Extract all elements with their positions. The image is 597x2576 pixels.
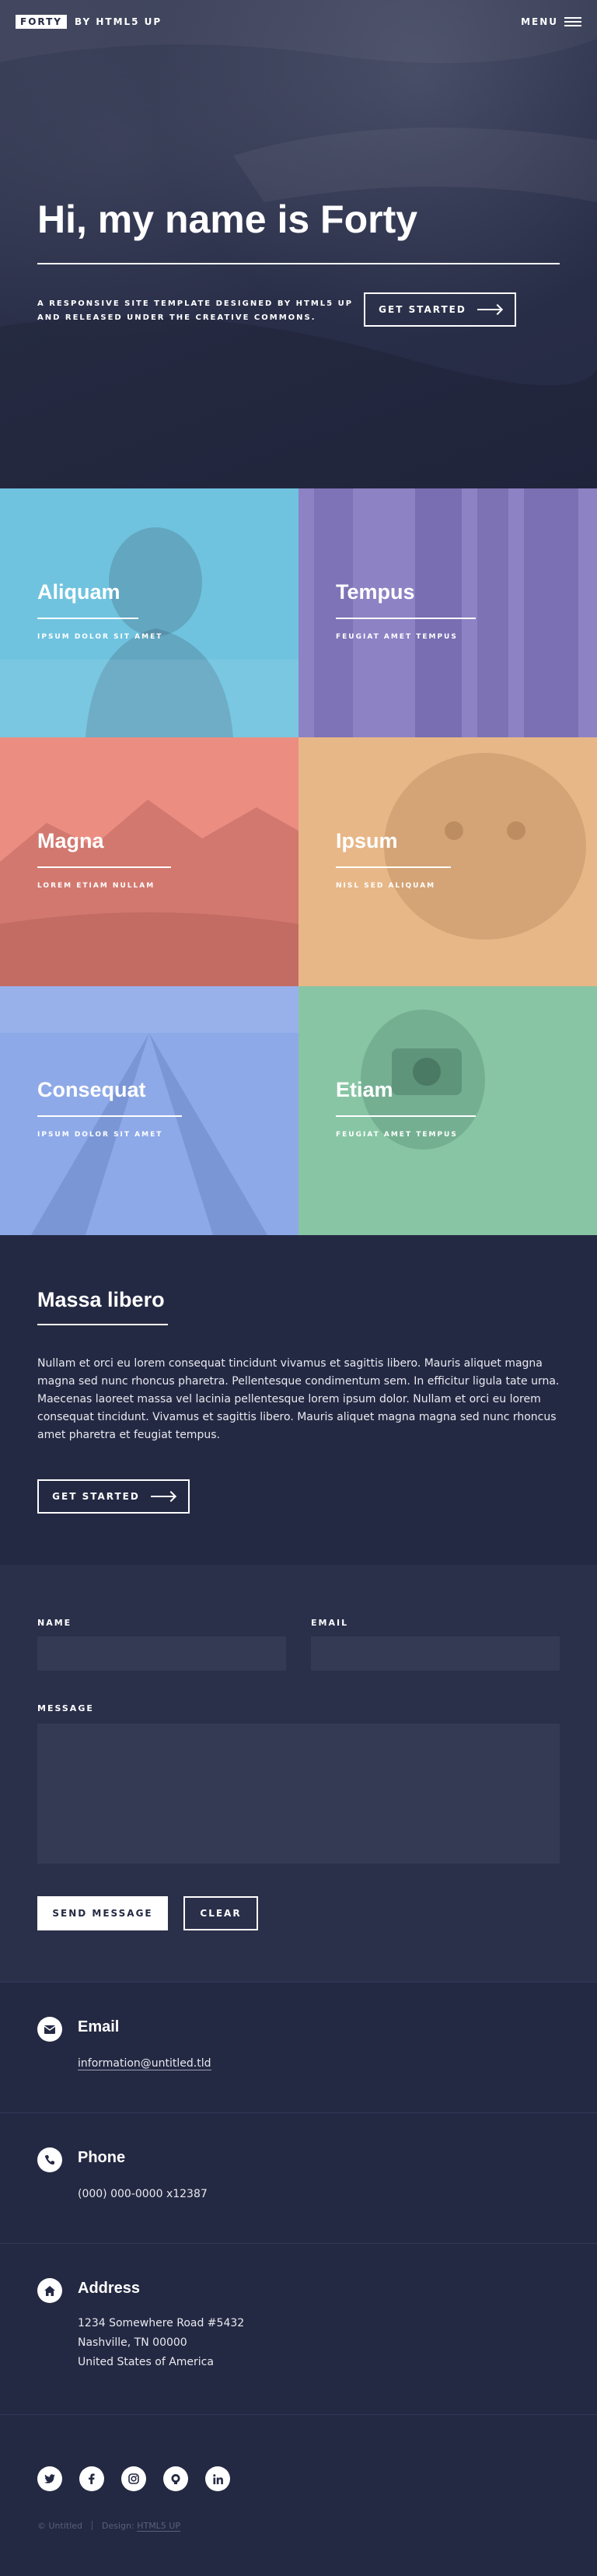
tile-title: Aliquam [37,580,120,604]
section-title: Massa libero [37,1288,165,1311]
email-label: EMAIL [311,1618,349,1628]
tile-divider [336,866,451,868]
design-credit: Design: HTML5 UP [102,2521,180,2532]
tile-consequat[interactable]: Consequat IPSUM DOLOR SIT AMET [0,986,298,1235]
email-input[interactable] [311,1636,560,1671]
tile-image [0,800,298,986]
name-label: NAME [37,1618,72,1628]
tile-divider [37,1115,182,1117]
tile-subtitle: LOREM ETIAM NULLAM [37,882,155,890]
site-logo[interactable]: FORTY BY HTML5 UP [16,15,162,29]
tile-title: Tempus [336,580,415,604]
logo-box: FORTY [16,15,67,29]
banner-subtitle: A RESPONSIVE SITE TEMPLATE DESIGNED BY H… [37,297,364,325]
banner-get-started-label: GET STARTED [379,304,466,315]
phone-icon [37,2147,62,2172]
tile-divider [336,1115,476,1117]
copyright-separator [92,2521,93,2530]
tile-image [361,1010,485,1150]
tile-title: Magna [37,829,104,852]
section-get-started-button[interactable]: GET STARTED [37,1479,190,1514]
tile-divider [37,618,138,619]
social-links [37,2466,230,2491]
tile-title: Consequat [37,1078,146,1101]
linkedin-icon[interactable] [205,2466,230,2491]
tile-subtitle: IPSUM DOLOR SIT AMET [37,1131,163,1139]
email-link[interactable]: information@untitled.tld [78,2057,211,2070]
tile-magna[interactable]: Magna LOREM ETIAM NULLAM [0,737,298,986]
tile-subtitle: IPSUM DOLOR SIT AMET [37,633,163,641]
site-header: FORTY BY HTML5 UP MENU [0,0,597,44]
phone-heading: Phone [78,2149,126,2166]
section-divider [37,1324,168,1325]
tile-ipsum[interactable]: Ipsum NISL SED ALIQUAM [298,737,597,986]
copyright-text: © Untitled [37,2521,83,2531]
banner-get-started-button[interactable]: GET STARTED [364,292,516,327]
banner-background-image [0,0,597,488]
hamburger-icon [564,17,581,26]
tile-title: Etiam [336,1078,393,1101]
phone-value: (000) 000-0000 x12387 [78,2188,208,2200]
tile-tempus[interactable]: Tempus FEUGIAT AMET TEMPUS [298,488,597,737]
tile-subtitle: FEUGIAT AMET TEMPUS [336,1131,458,1139]
address-line3: United States of America [78,2356,214,2368]
contact-form-section: NAME EMAIL MESSAGE SEND MESSAGE CLEAR [0,1565,597,1982]
banner-divider [37,263,560,264]
address-line2: Nashville, TN 00000 [78,2336,187,2349]
section-get-started-label: GET STARTED [52,1491,140,1502]
clear-button[interactable]: CLEAR [183,1896,258,1930]
design-label: Design: [102,2521,134,2531]
banner-subtitle-line1: A RESPONSIVE SITE TEMPLATE DESIGNED BY H… [37,299,354,308]
banner: Hi, my name is Forty A RESPONSIVE SITE T… [0,0,597,488]
arrow-right-icon [150,1490,176,1503]
name-input[interactable] [37,1636,286,1671]
envelope-icon [37,2017,62,2042]
email-heading: Email [78,2018,120,2035]
send-message-button[interactable]: SEND MESSAGE [37,1896,168,1930]
email-link-wrap: information@untitled.tld [78,2054,211,2074]
contact-phone-block: Phone (000) 000-0000 x12387 [0,2112,597,2243]
tile-image [384,753,586,940]
contact-address-block: Address 1234 Somewhere Road #5432 Nashvi… [0,2243,597,2414]
tile-aliquam[interactable]: Aliquam IPSUM DOLOR SIT AMET [0,488,298,737]
arrow-right-icon [477,303,503,316]
site-footer: © Untitled Design: HTML5 UP [0,2414,597,2576]
address-line1: 1234 Somewhere Road #5432 [78,2317,245,2329]
tile-subtitle: FEUGIAT AMET TEMPUS [336,633,458,641]
tile-image [0,527,298,737]
tile-image [314,488,578,737]
banner-title: Hi, my name is Forty [37,198,418,241]
address-value: 1234 Somewhere Road #5432 Nashville, TN … [78,2314,244,2372]
message-label: MESSAGE [37,1703,94,1713]
message-textarea[interactable] [37,1724,560,1864]
tile-title: Ipsum [336,829,398,852]
facebook-icon[interactable] [79,2466,104,2491]
twitter-icon[interactable] [37,2466,62,2491]
tile-etiam[interactable]: Etiam FEUGIAT AMET TEMPUS [298,986,597,1235]
copyright: © Untitled Design: HTML5 UP [37,2521,180,2532]
tile-subtitle: NISL SED ALIQUAM [336,882,436,890]
github-icon[interactable] [163,2466,188,2491]
section-body: Nullam et orci eu lorem consequat tincid… [37,1357,560,1441]
menu-label: MENU [521,16,558,27]
design-link[interactable]: HTML5 UP [137,2521,180,2532]
banner-subtitle-line2: AND RELEASED UNDER THE CREATIVE COMMONS. [37,313,316,322]
logo-text: BY HTML5 UP [74,16,162,27]
tile-divider [37,866,171,868]
instagram-icon[interactable] [121,2466,146,2491]
address-heading: Address [78,2280,141,2297]
tile-image [0,986,298,1235]
contact-email-block: Email information@untitled.tld [0,1982,597,2112]
tile-divider [336,618,476,619]
menu-button[interactable]: MENU [521,16,581,27]
home-icon [37,2278,62,2303]
